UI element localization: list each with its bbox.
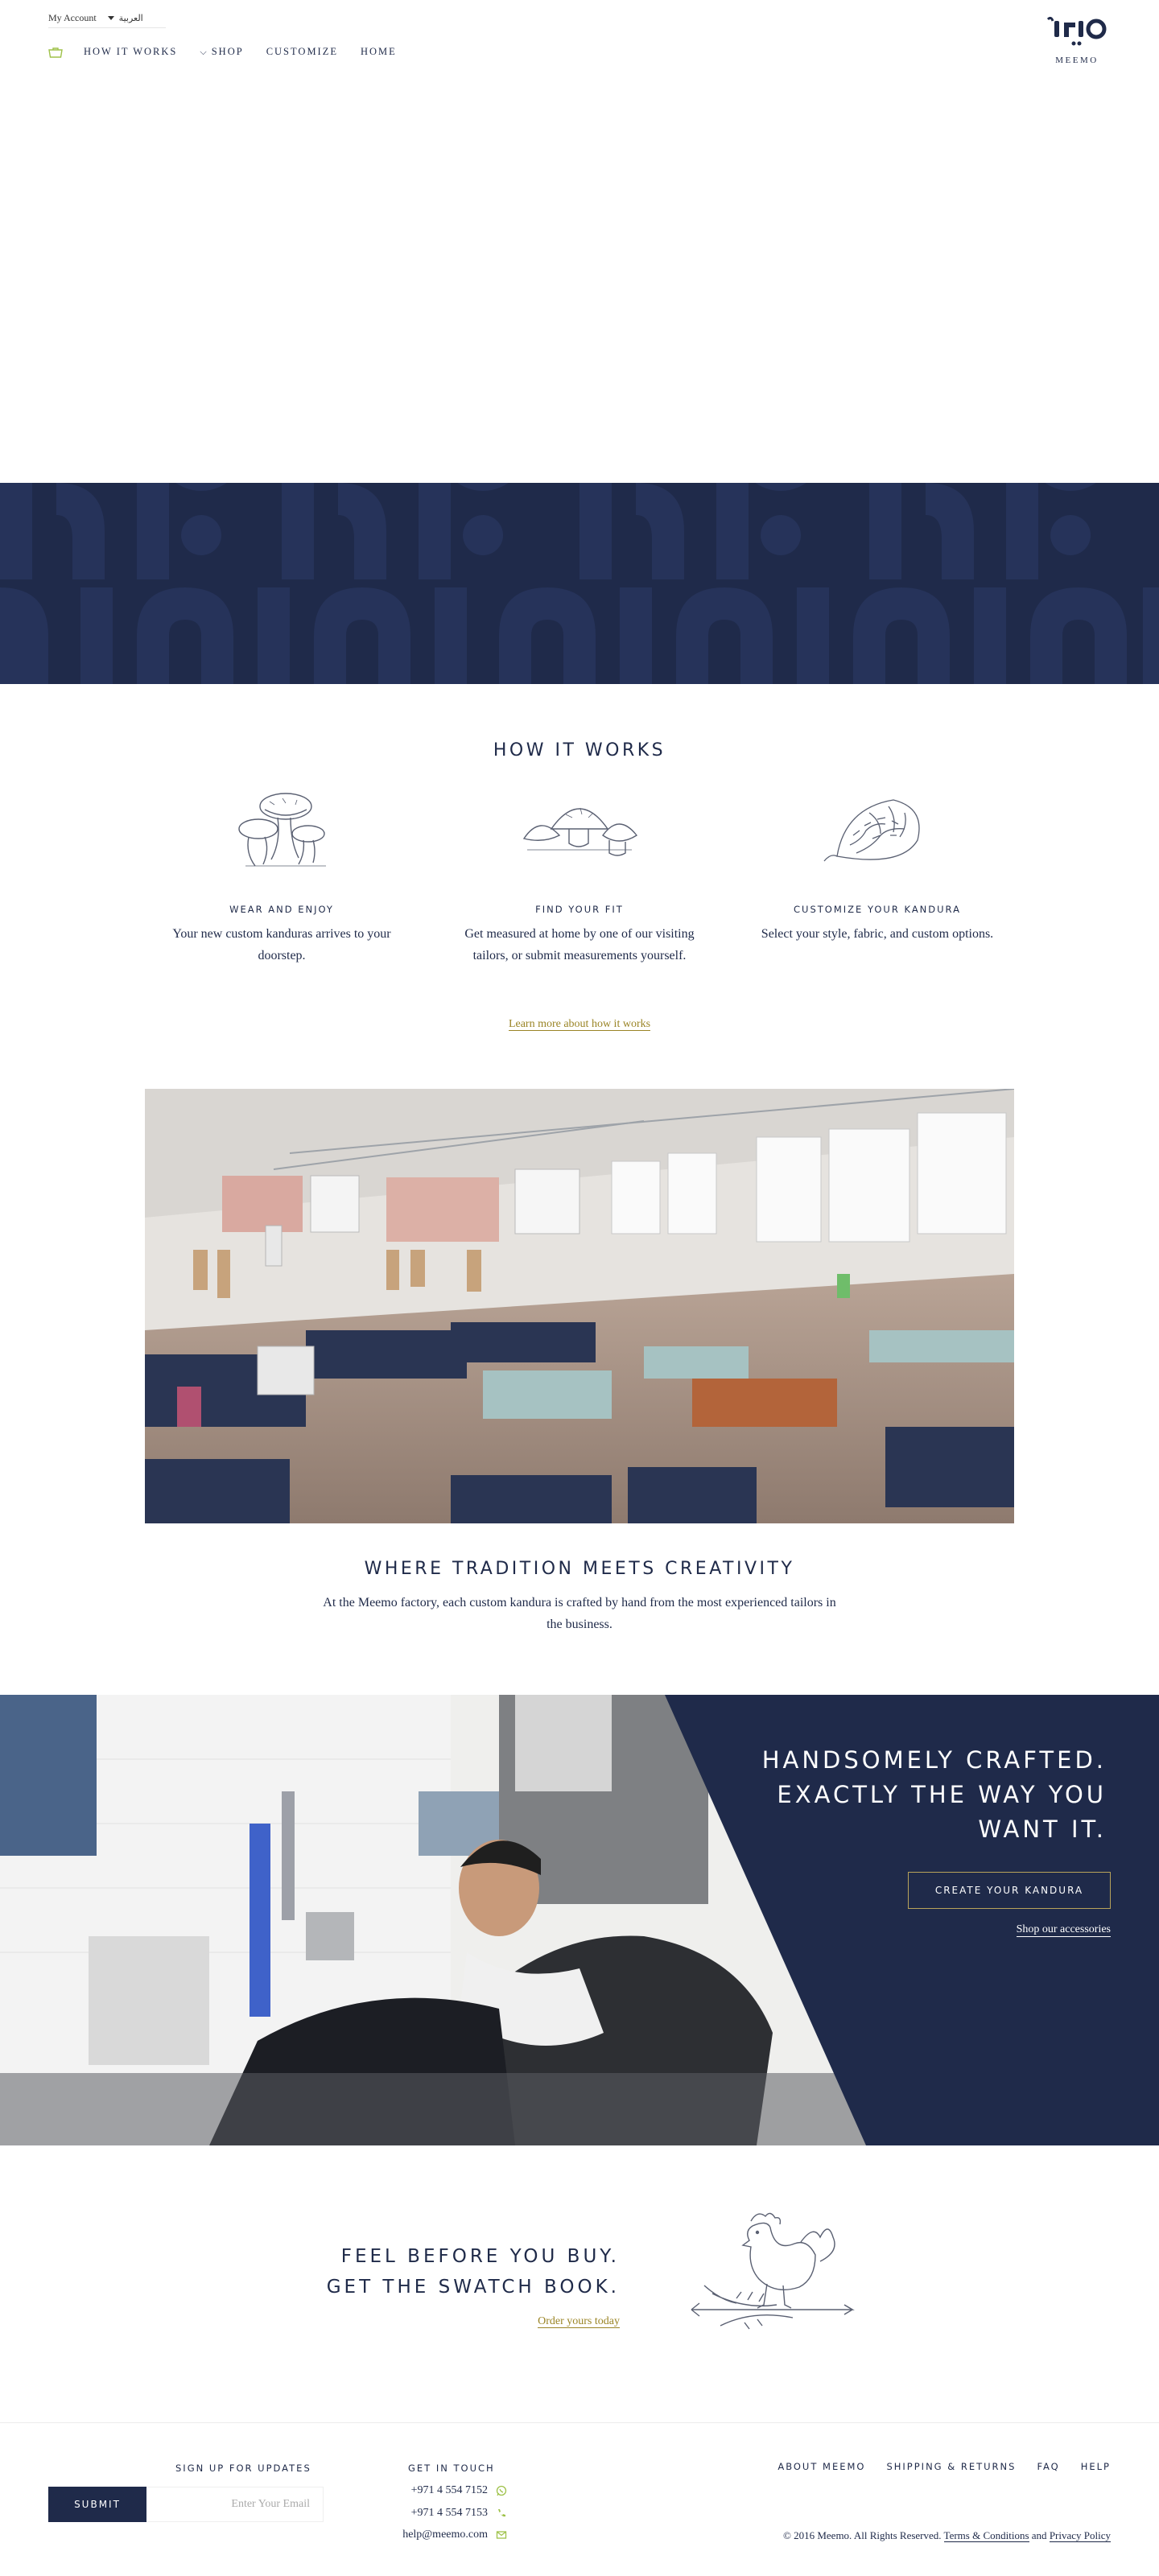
- tradition-title: WHERE TRADITION MEETS CREATIVITY: [364, 1559, 795, 1579]
- copyright-text: © 2016 Meemo. All Rights Reserved.: [782, 2529, 942, 2541]
- phone-number: +971 4 554 7152: [410, 2484, 488, 2496]
- signup-title: SIGN UP FOR UPDATES: [175, 2463, 311, 2474]
- nav-shop[interactable]: ⌵ SHOP: [200, 46, 243, 58]
- footer-link-about[interactable]: ABOUT MEEMO: [777, 2461, 865, 2472]
- arabic-pattern-graphic: [0, 483, 1159, 684]
- divider: [48, 27, 166, 28]
- hero-pattern-band: [0, 483, 1159, 684]
- mushroom-sketch-icon: [522, 807, 638, 856]
- step-description: Get measured at home by one of our visit…: [464, 927, 695, 962]
- step-description: Select your style, fabric, and custom op…: [761, 927, 994, 941]
- mushrooms-sketch-icon: [238, 793, 326, 867]
- create-kandura-button[interactable]: CREATE YOUR KANDURA: [908, 1872, 1111, 1909]
- crafted-headline-line: HANDSOMELY CRAFTED.: [761, 1746, 1107, 1774]
- step-title: CUSTOMIZE YOUR KANDURA: [794, 904, 961, 915]
- nav-home[interactable]: HOME: [361, 46, 397, 58]
- contact-phone[interactable]: +971 4 554 7153: [378, 2507, 507, 2520]
- swatch-headline: FEEL BEFORE YOU BUY. GET THE SWATCH BOOK…: [306, 2241, 620, 2302]
- crafted-headline-line: EXACTLY THE WAY YOU: [777, 1781, 1107, 1808]
- footer-link-help[interactable]: HELP: [1081, 2461, 1111, 2472]
- factory-photo: [145, 1089, 1014, 1523]
- step-customize-your-kandura: CUSTOMIZE YOUR KANDURA Select your style…: [757, 785, 998, 945]
- step-find-your-fit: FIND YOUR FIT Get measured at home by on…: [459, 785, 700, 967]
- logo-text: MEEMO: [1055, 56, 1099, 65]
- contact-phone-whatsapp[interactable]: +971 4 554 7152: [378, 2484, 507, 2497]
- learn-more-link-wrapper: Learn more about how it works: [0, 1018, 1159, 1031]
- step-wear-and-enjoy: WEAR AND ENJOY Your new custom kanduras …: [161, 785, 402, 967]
- nav-how-it-works[interactable]: HOW IT WORKS: [84, 46, 177, 58]
- footer-divider: [0, 2422, 1159, 2423]
- email-address: help@meemo.com: [402, 2529, 488, 2541]
- step-description: Your new custom kanduras arrives to your…: [172, 927, 391, 962]
- email-field[interactable]: [146, 2487, 324, 2522]
- copyright: © 2016 Meemo. All Rights Reserved. Terms…: [783, 2529, 1111, 2542]
- shop-accessories-link[interactable]: Shop our accessories: [1016, 1923, 1111, 1937]
- phone-number: +971 4 554 7153: [410, 2507, 488, 2519]
- phone-icon: [498, 2509, 505, 2517]
- rooster-sketch-icon: [691, 2212, 855, 2330]
- swatch-line: FEEL BEFORE YOU BUY.: [340, 2246, 620, 2267]
- logo-mark-icon: [1046, 16, 1107, 46]
- main-nav: HOW IT WORKS ⌵ SHOP CUSTOMIZE HOME: [48, 46, 419, 58]
- and-text: and: [1031, 2529, 1047, 2541]
- logo[interactable]: MEEMO: [1041, 14, 1112, 65]
- order-swatch-link[interactable]: Order yours today: [538, 2315, 620, 2328]
- chevron-down-icon: ⌵: [200, 47, 208, 57]
- nav-customize[interactable]: CUSTOMIZE: [266, 46, 338, 58]
- crafted-headline-line: WANT IT.: [978, 1816, 1107, 1843]
- submit-button[interactable]: SUBMIT: [48, 2487, 146, 2522]
- order-link-wrapper: Order yours today: [306, 2315, 620, 2328]
- step-title: WEAR AND ENJOY: [229, 904, 334, 915]
- contact-email[interactable]: help@meemo.com: [378, 2529, 507, 2541]
- caret-down-icon[interactable]: [107, 15, 114, 20]
- whatsapp-icon: [496, 2485, 507, 2496]
- pinecone-sketch-icon: [823, 799, 920, 862]
- shopping-bag-icon[interactable]: [48, 47, 63, 58]
- top-bar: My Account العربية: [48, 8, 166, 28]
- step-title: FIND YOUR FIT: [535, 904, 624, 915]
- how-it-works-title: HOW IT WORKS: [493, 740, 666, 760]
- footer-link-shipping[interactable]: SHIPPING & RETURNS: [886, 2461, 1016, 2472]
- footer-nav: ABOUT MEEMO SHIPPING & RETURNS FAQ HELP: [777, 2461, 1111, 2472]
- crafted-headline: HANDSOMELY CRAFTED. EXACTLY THE WAY YOU …: [688, 1743, 1107, 1847]
- my-account-link[interactable]: My Account: [48, 12, 97, 24]
- crafted-banner: HANDSOMELY CRAFTED. EXACTLY THE WAY YOU …: [0, 1695, 1159, 2145]
- factory-illustration: [145, 1089, 1014, 1523]
- swatch-line: GET THE SWATCH BOOK.: [326, 2277, 620, 2298]
- nav-shop-label: SHOP: [211, 46, 244, 57]
- learn-more-link[interactable]: Learn more about how it works: [508, 1018, 651, 1031]
- contact-title: GET IN TOUCH: [408, 2463, 495, 2474]
- terms-link[interactable]: Terms & Conditions: [943, 2529, 1029, 2542]
- privacy-link[interactable]: Privacy Policy: [1049, 2529, 1111, 2542]
- footer-link-faq[interactable]: FAQ: [1037, 2461, 1059, 2472]
- tradition-description: At the Meemo factory, each custom kandur…: [323, 1596, 836, 1631]
- language-switch[interactable]: العربية: [119, 13, 143, 23]
- mail-icon: [496, 2531, 507, 2539]
